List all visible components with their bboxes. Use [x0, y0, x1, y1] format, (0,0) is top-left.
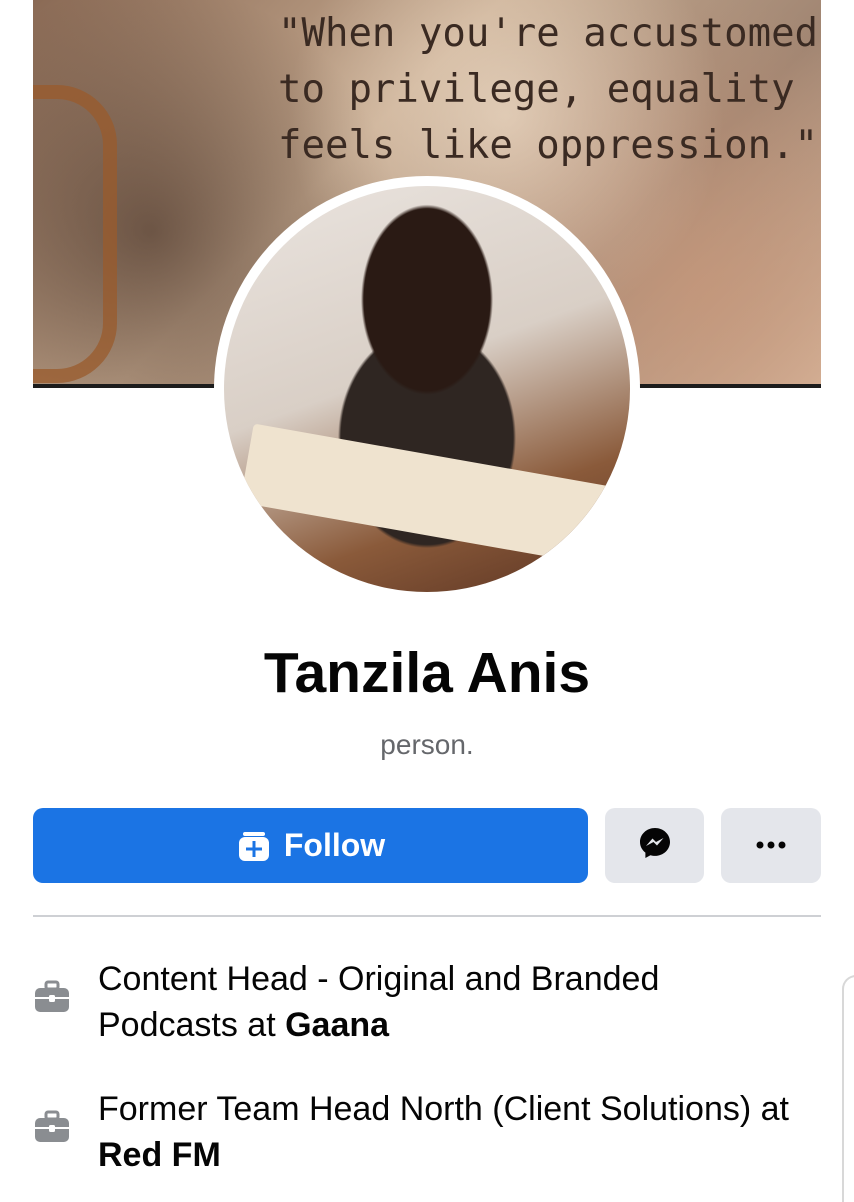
profile-avatar[interactable]	[224, 186, 630, 592]
message-button[interactable]	[605, 808, 704, 883]
profile-subtitle: person.	[380, 729, 474, 760]
avatar-photo-detail	[239, 423, 629, 569]
work-company-link[interactable]: Red FM	[98, 1136, 221, 1174]
briefcase-icon	[33, 1108, 71, 1146]
follow-button[interactable]: Follow	[33, 808, 588, 883]
work-item-text: Content Head - Original and Branded Podc…	[98, 956, 798, 1048]
work-item[interactable]: Former Team Head North (Client Solutions…	[33, 1086, 823, 1178]
follow-label: Follow	[283, 827, 386, 863]
cover-chair-decoration	[33, 85, 117, 383]
work-item[interactable]: Content Head - Original and Branded Podc…	[33, 956, 823, 1048]
section-divider	[33, 915, 821, 917]
work-title: Former Team Head North (Client Solutions…	[98, 1090, 789, 1128]
messenger-icon	[637, 825, 673, 866]
briefcase-icon	[33, 978, 71, 1016]
work-company-link[interactable]: Gaana	[285, 1006, 389, 1044]
overlay-card-edge	[842, 975, 854, 1202]
cover-quote: "When you're accustomed to privilege, eq…	[278, 11, 819, 168]
more-dots-icon	[755, 837, 787, 855]
follow-plus-icon	[236, 828, 272, 864]
work-item-text: Former Team Head North (Client Solutions…	[98, 1086, 798, 1178]
profile-name: Tanzila Anis	[263, 641, 591, 705]
more-button[interactable]	[721, 808, 821, 883]
